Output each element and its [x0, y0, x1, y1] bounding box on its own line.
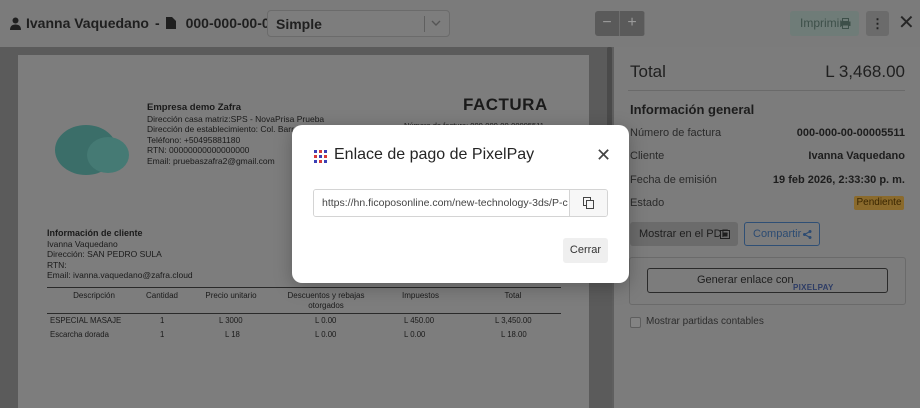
company-logo [55, 125, 135, 175]
modal-title: Enlace de pago de PixelPay [334, 146, 535, 163]
close-icon[interactable]: ✕ [596, 146, 611, 164]
total-value: L 3,468.00 [825, 62, 905, 81]
client-line: Ivanna Vaquedano [47, 238, 118, 249]
table-header: Cantidad [145, 291, 179, 300]
share-label: Compartir [753, 228, 802, 240]
company-line: Teléfono: +50495881180 [147, 134, 241, 145]
title-separator: - [154, 15, 160, 31]
table-cell: Escarcha dorada [50, 330, 109, 339]
company-name: Empresa demo Zafra [147, 102, 241, 113]
table-divider [47, 313, 561, 314]
field-label: Número de factura [630, 127, 722, 139]
zoom-controls: − + [595, 11, 645, 36]
field-label: Fecha de emisión [630, 174, 717, 186]
invoice-title: FACTURA [463, 95, 548, 114]
panel-divider [628, 90, 905, 91]
select-divider [424, 16, 425, 32]
table-header: Impuestos [402, 291, 439, 300]
client-info: Información de cliente Ivanna Vaquedano … [47, 228, 193, 281]
table-cell: L 18 [225, 330, 240, 339]
table-cell: L 450.00 [404, 316, 435, 325]
client-heading: Información de cliente [47, 228, 143, 238]
company-line: RTN: 00000000000000000 [147, 145, 250, 155]
accounting-entries-label: Mostrar partidas contables [646, 316, 764, 327]
table-cell: 1 [160, 330, 165, 339]
show-in-pdf-button[interactable]: Mostrar en el PDF [630, 222, 738, 246]
print-button[interactable]: Imprimir [790, 11, 859, 36]
company-line: Email: pruebaszafra2@gmail.com [147, 155, 275, 166]
table-header: Descuentos y rebajas otorgados [287, 291, 365, 310]
user-icon [10, 17, 21, 30]
share-icon [803, 230, 812, 239]
client-line: Dirección: SAN PEDRO SULA [47, 249, 162, 259]
payment-link-input[interactable] [314, 190, 571, 216]
table-cell: L 3,450.00 [495, 316, 532, 325]
close-button[interactable]: Cerrar [563, 238, 608, 263]
payment-link-field [313, 189, 608, 217]
status-badge: Pendiente [854, 196, 904, 210]
copy-icon [583, 197, 594, 209]
pdf-view-icon [720, 230, 730, 239]
table-cell: 1 [160, 316, 165, 325]
table-cell: L 18.00 [501, 330, 527, 339]
client-line: RTN: [47, 259, 67, 270]
show-in-pdf-label: Mostrar en el PDF [639, 228, 729, 240]
table-cell: L 0.00 [404, 330, 426, 339]
company-line: Dirección de establecimiento: Col. Barr [147, 124, 294, 134]
field-label: Cliente [630, 150, 665, 162]
more-options-button[interactable]: ⋮ [866, 11, 889, 36]
format-select[interactable]: Simple [267, 10, 450, 37]
generate-link-label: Generar enlace con [697, 274, 794, 286]
document-icon [165, 17, 176, 29]
pixelpay-icon [314, 150, 327, 163]
general-info-heading: Información general [630, 102, 755, 117]
table-cell: L 0.00 [315, 316, 337, 325]
table-header: Precio unitario [205, 291, 257, 300]
print-label: Imprimir [800, 16, 844, 30]
table-header: Total [504, 291, 522, 300]
zoom-out-button[interactable]: − [595, 11, 620, 36]
printer-icon [840, 18, 851, 29]
close-icon[interactable]: ✕ [898, 13, 915, 33]
field-value: 000-000-00-00005511 [796, 127, 905, 139]
total-label: Total [630, 62, 666, 81]
table-cell: ESPECIAL MASAJE [50, 316, 122, 325]
table-cell: L 0.00 [315, 330, 337, 339]
zoom-in-button[interactable]: + [620, 11, 645, 36]
pixelpay-link-modal: Enlace de pago de PixelPay ✕ Cerrar [292, 125, 629, 283]
client-line: Email: ivanna.vaquedano@zafra.cloud [47, 270, 193, 280]
accounting-entries-checkbox[interactable] [630, 317, 641, 328]
header-title: Ivanna Vaquedano - 000-000-00-0000... [10, 14, 305, 32]
chevron-down-icon [431, 20, 441, 26]
company-line: Dirección casa matriz:SPS - NovaPrisa Pr… [147, 113, 325, 124]
share-button[interactable]: Compartir [744, 222, 820, 246]
generate-link-button[interactable]: Generar enlace con PIXELPAY [647, 268, 888, 293]
field-value: Ivanna Vaquedano [808, 150, 905, 162]
pixelpay-logo: PIXELPAY [793, 283, 834, 292]
copy-button[interactable] [569, 190, 607, 216]
customer-name: Ivanna Vaquedano [26, 15, 149, 31]
field-value: 19 feb 2026, 2:33:30 p. m. [772, 174, 905, 186]
format-select-value: Simple [276, 16, 322, 32]
field-label: Estado [630, 197, 665, 209]
table-divider [47, 287, 561, 288]
table-header: Descripción [73, 291, 115, 300]
table-cell: L 3000 [219, 316, 243, 325]
